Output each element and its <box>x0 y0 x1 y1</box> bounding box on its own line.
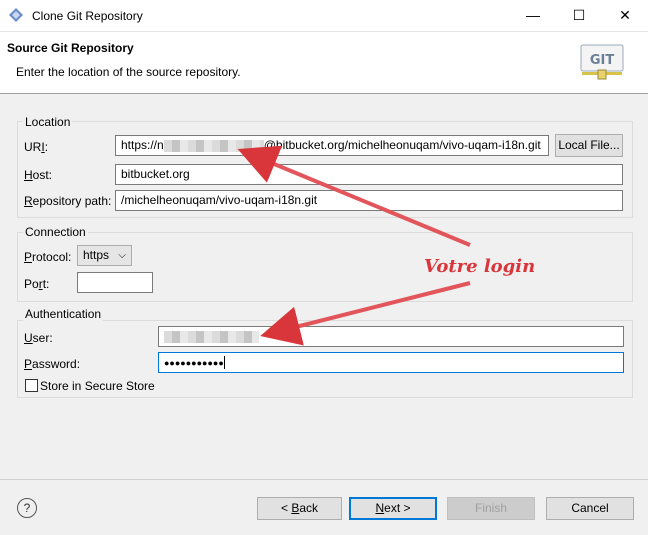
host-label: Host: <box>24 168 53 182</box>
maximize-button[interactable]: ☐ <box>556 0 602 31</box>
authentication-group-label: Authentication <box>23 307 104 321</box>
cancel-button[interactable]: Cancel <box>546 497 634 520</box>
uri-visible-start: n <box>157 138 164 152</box>
eclipse-app-icon <box>9 8 23 22</box>
finish-button[interactable]: Finish <box>447 497 535 520</box>
uri-redacted-credentials <box>163 139 264 152</box>
wizard-content: Location URI: https://n @bitbucket.org/mi… <box>0 94 648 479</box>
repository-path-input[interactable]: /michelheonuqam/vivo-uqam-i18n.git <box>115 190 623 211</box>
password-input[interactable]: ●●●●●●●●●●● <box>158 352 624 373</box>
host-input[interactable]: bitbucket.org <box>115 164 623 185</box>
git-logo-icon: GIT <box>580 44 624 80</box>
text-cursor <box>223 356 225 370</box>
back-button[interactable]: < Back <box>257 497 342 520</box>
help-icon[interactable]: ? <box>17 498 37 518</box>
protocol-select[interactable]: https ⌵ <box>77 245 132 266</box>
local-file-button[interactable]: Local File... <box>555 134 623 157</box>
password-label: Password: <box>24 357 81 371</box>
title-bar: Clone Git Repository — ☐ ✕ <box>0 0 648 32</box>
port-input[interactable] <box>77 272 153 293</box>
uri-label: URI: <box>24 140 49 154</box>
chevron-down-icon: ⌵ <box>118 250 126 261</box>
annotation-text: Votre login <box>424 256 536 277</box>
uri-input[interactable]: https://n @bitbucket.org/michelheonuqam/v… <box>115 135 549 156</box>
store-secure-checkbox[interactable] <box>25 379 38 392</box>
wizard-footer: ? < Back Next > Finish Cancel <box>0 480 648 535</box>
user-redacted-value <box>164 330 259 343</box>
protocol-value: https <box>83 248 110 262</box>
uri-suffix: @bitbucket.org/michelheonuqam/vivo-uqam-… <box>263 138 541 152</box>
next-button[interactable]: Next > <box>349 497 437 520</box>
minimize-button[interactable]: — <box>510 0 556 31</box>
page-description: Enter the location of the source reposit… <box>16 65 241 79</box>
protocol-label: Protocol: <box>24 250 72 264</box>
connection-group-label: Connection <box>23 225 88 239</box>
close-button[interactable]: ✕ <box>602 0 648 31</box>
uri-prefix: https:// <box>121 138 158 152</box>
page-title: Source Git Repository <box>7 41 134 55</box>
location-group-label: Location <box>23 115 73 129</box>
git-logo-text: GIT <box>590 53 615 68</box>
repository-path-label: Repository path: <box>24 194 112 208</box>
password-value: ●●●●●●●●●●● <box>164 358 224 368</box>
user-label: User: <box>24 331 53 345</box>
user-input[interactable] <box>158 326 624 347</box>
wizard-header: Source Git Repository Enter the location… <box>0 32 648 93</box>
store-secure-label: Store in Secure Store <box>40 379 155 393</box>
window-title: Clone Git Repository <box>32 9 143 23</box>
port-label: Port: <box>24 277 50 291</box>
